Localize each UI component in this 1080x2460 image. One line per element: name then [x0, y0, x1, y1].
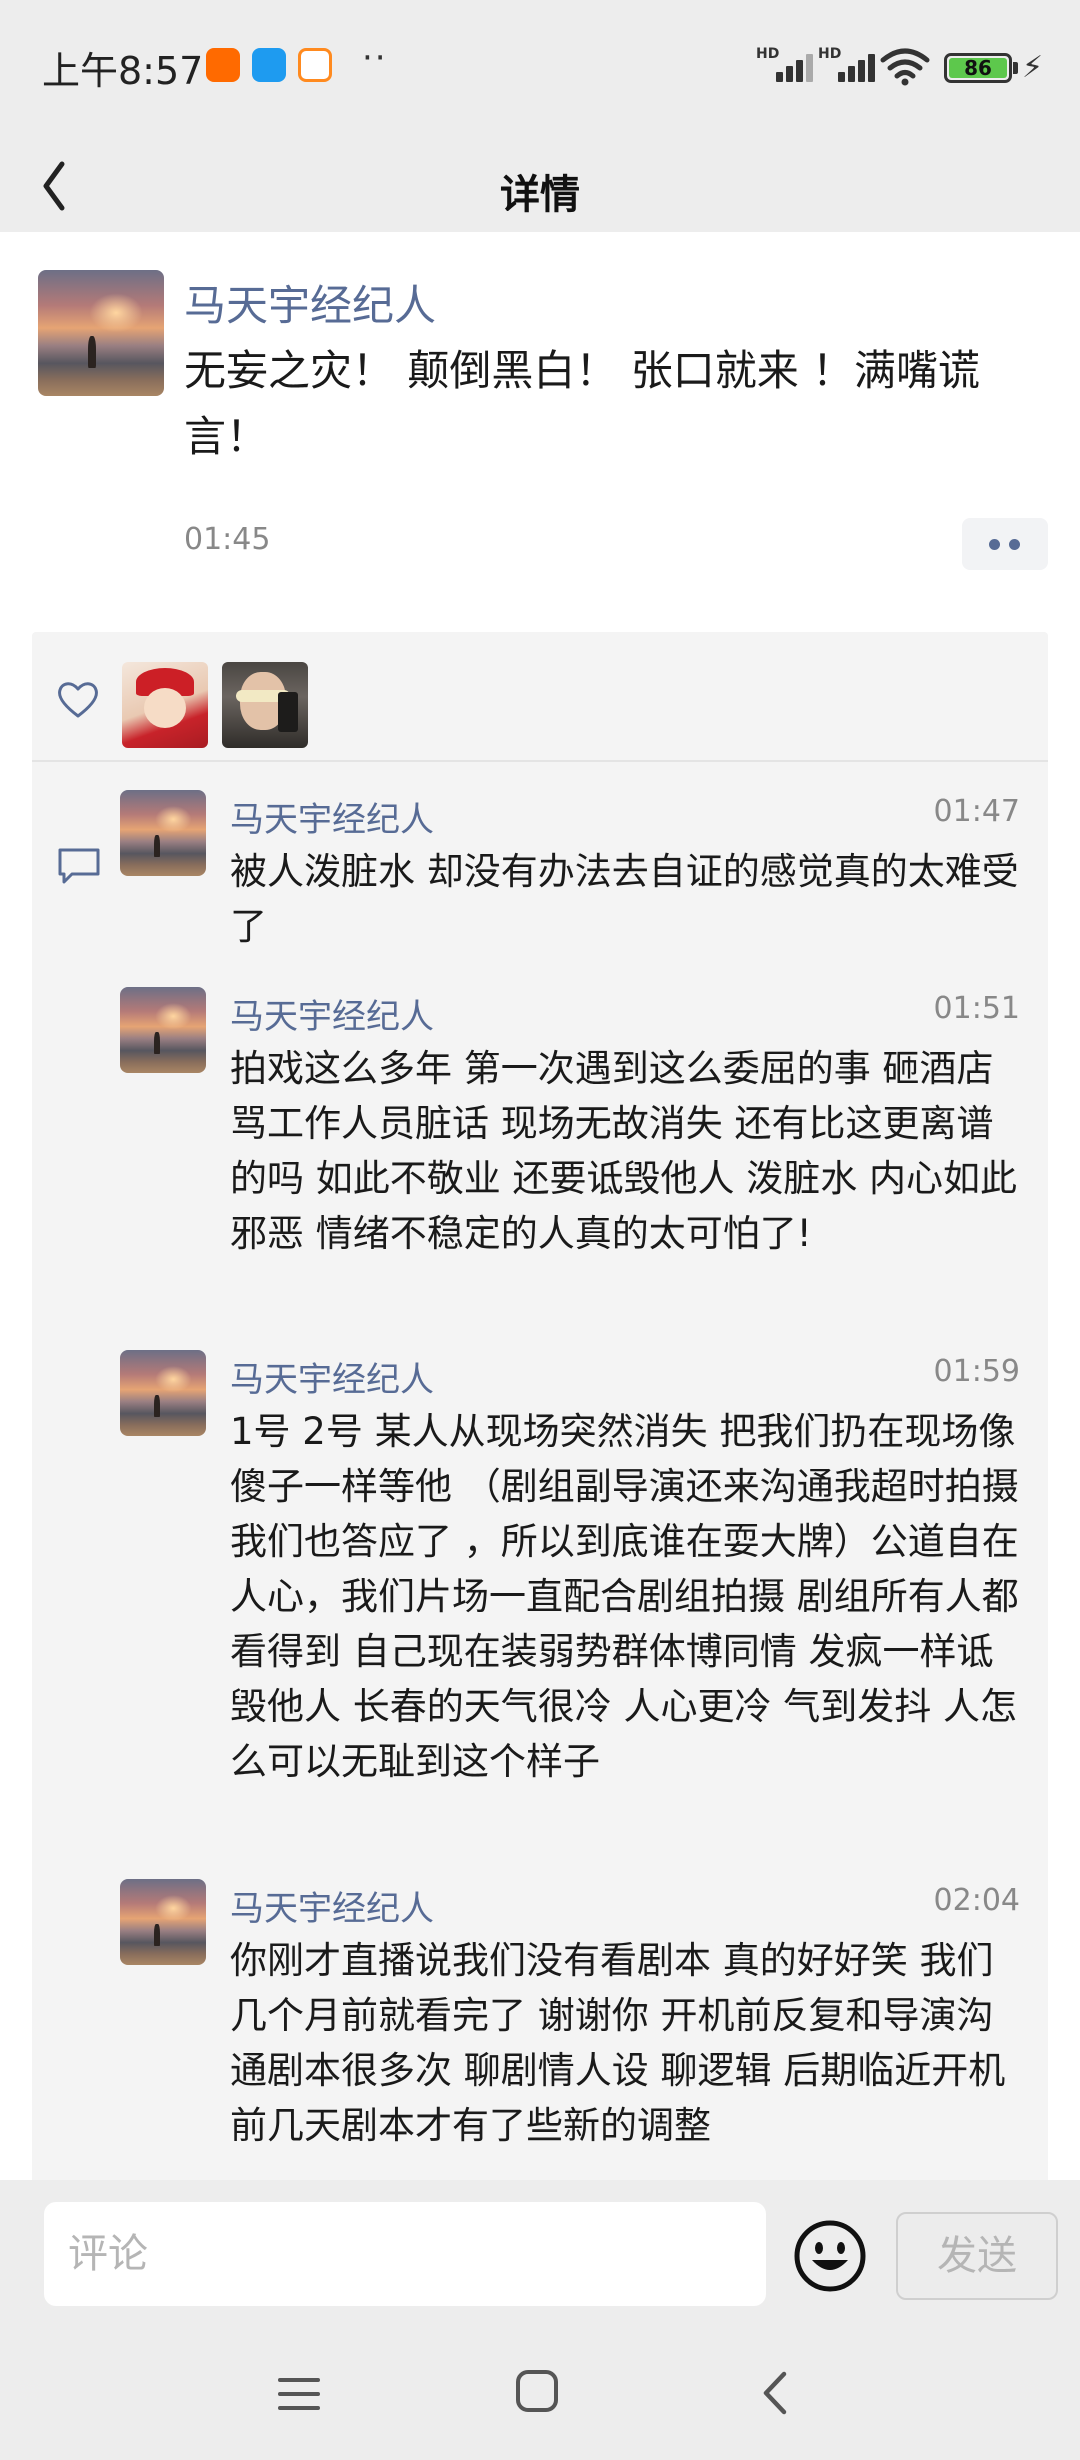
- post-author-avatar[interactable]: [38, 270, 164, 396]
- interaction-panel: 马天宇经纪人 01:47 被人泼脏水 却没有办法去自证的感觉真的太难受了 马天宇…: [32, 632, 1048, 2180]
- comment-time: 02:04: [933, 1883, 1020, 1918]
- post-text: 无妄之灾！ 颠倒黑白！ 张口就来 ！满嘴谎言！: [184, 346, 981, 461]
- status-bar: 上午8:57 ·· HD HD 86 ⚡: [0, 0, 1080, 140]
- divider: [32, 760, 1048, 762]
- system-back-button[interactable]: [754, 2368, 800, 2418]
- likes-row: [32, 632, 1048, 760]
- comment-text: 被人泼脏水 却没有办法去自证的感觉真的太难受了: [230, 850, 1019, 948]
- like-avatar[interactable]: [122, 662, 208, 748]
- comment-text: 你刚才直播说我们没有看剧本 真的好好笑 我们几个月前就看完了 谢谢你 开机前反复…: [230, 1939, 1006, 2147]
- comment-item[interactable]: 马天宇经纪人 01:51 拍戏这么多年 第一次遇到这么委屈的事 砸酒店 骂工作人…: [32, 987, 1048, 1327]
- recent-apps-button[interactable]: [278, 2374, 322, 2414]
- page-title: 详情: [500, 172, 580, 218]
- status-overflow-dots: ··: [362, 38, 388, 78]
- nav-bar: 详情: [0, 140, 1080, 232]
- battery-icon: 86: [944, 53, 1012, 83]
- heart-icon: [58, 682, 98, 718]
- comment-item[interactable]: 马天宇经纪人 02:04 你刚才直播说我们没有看剧本 真的好好笑 我们几个月前就…: [32, 1879, 1048, 2179]
- comment-author[interactable]: 马天宇经纪人: [230, 989, 434, 1038]
- post-time: 01:45: [184, 522, 271, 557]
- hd-label: HD: [818, 46, 842, 62]
- orange-app-icon: [298, 48, 332, 82]
- post-detail: 马天宇经纪人 无妄之灾！ 颠倒黑白！ 张口就来 ！满嘴谎言！ 01:45 马天宇…: [0, 232, 1080, 2180]
- system-nav-bar: [0, 2340, 1080, 2460]
- comment-time: 01:47: [933, 794, 1020, 829]
- comment-author[interactable]: 马天宇经纪人: [230, 792, 434, 841]
- hd-label: HD: [756, 46, 780, 62]
- comment-input[interactable]: [44, 2202, 766, 2306]
- wifi-icon: [880, 48, 930, 86]
- comment-avatar[interactable]: [120, 1350, 206, 1436]
- battery-level: 86: [949, 58, 1007, 78]
- comment-item[interactable]: 马天宇经纪人 01:59 1号 2号 某人从现场突然消失 把我们扔在现场像傻子一…: [32, 1350, 1048, 1820]
- signal-1-icon: HD: [756, 46, 824, 84]
- comment-input-bar: 发送: [0, 2180, 1080, 2340]
- comment-text: 拍戏这么多年 第一次遇到这么委屈的事 砸酒店 骂工作人员脏话 现场无故消失 还有…: [230, 1047, 1018, 1255]
- more-button[interactable]: [962, 518, 1048, 570]
- signal-2-icon: HD: [818, 46, 886, 84]
- comment-time: 01:59: [933, 1354, 1020, 1389]
- comment-item[interactable]: 马天宇经纪人 01:47 被人泼脏水 却没有办法去自证的感觉真的太难受了: [32, 790, 1048, 970]
- comment-time: 01:51: [933, 991, 1020, 1026]
- send-button[interactable]: 发送: [896, 2212, 1058, 2300]
- mi-app-icon: [206, 48, 240, 82]
- status-time: 上午8:57: [42, 49, 204, 93]
- like-avatar[interactable]: [222, 662, 308, 748]
- home-button[interactable]: [516, 2370, 558, 2412]
- comment-author[interactable]: 马天宇经纪人: [230, 1352, 434, 1401]
- comment-text: 1号 2号 某人从现场突然消失 把我们扔在现场像傻子一样等他 （剧组副导演还来沟…: [230, 1410, 1019, 1783]
- comment-avatar[interactable]: [120, 1879, 206, 1965]
- comment-author[interactable]: 马天宇经纪人: [230, 1881, 434, 1930]
- blue-app-icon: [252, 48, 286, 82]
- smiley-icon[interactable]: [792, 2218, 868, 2294]
- charging-icon: ⚡: [1022, 50, 1044, 85]
- comment-avatar[interactable]: [120, 790, 206, 876]
- comment-avatar[interactable]: [120, 987, 206, 1073]
- post-author-name[interactable]: 马天宇经纪人: [184, 272, 436, 333]
